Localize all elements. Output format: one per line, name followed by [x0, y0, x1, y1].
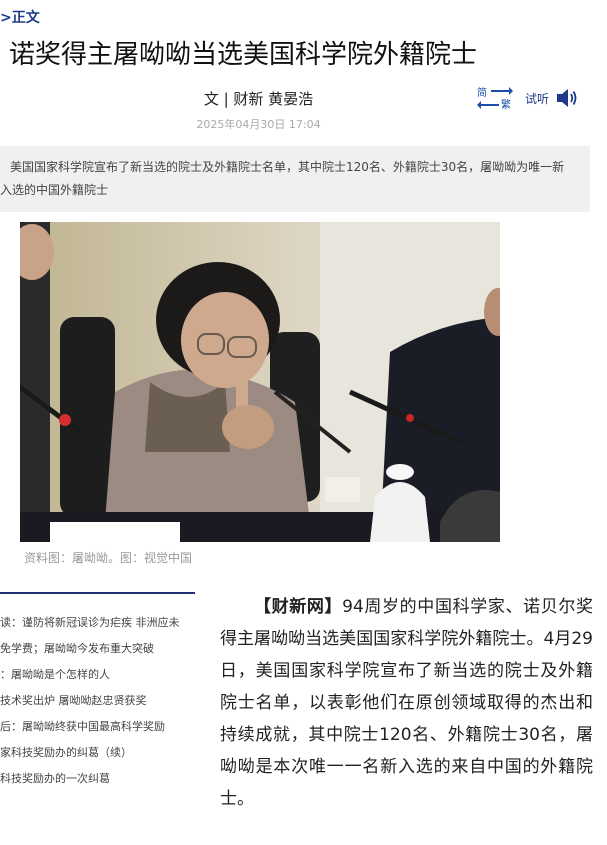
traditional-label: 繁 [501, 100, 511, 111]
breadcrumb-separator: > [0, 10, 12, 26]
article-body: 【财新网】94周岁的中国科学家、诺贝尔奖得主屠呦呦当选美国国家科学院外籍院士。4… [220, 591, 593, 815]
related-news-item[interactable]: 后：屠呦呦终获中国最高科学奖励 [0, 714, 195, 740]
related-news-list: 读：谨防将新冠误诊为疟疾 非洲应未 免学费；屠呦呦今发布重大突破 ：屠呦呦是个怎… [0, 592, 195, 792]
listen-button[interactable]: 试听 [525, 90, 549, 107]
article-photo [20, 222, 500, 542]
article-summary: 美国国家科学院宣布了新当选的院士及外籍院士名单，其中院士120名、外籍院士30名… [0, 146, 590, 212]
simplified-label: 简 [477, 88, 487, 99]
breadcrumb: >正文 [0, 7, 40, 27]
article-date: 2025年04月30日 17:04 [196, 118, 321, 131]
related-news-item[interactable]: ：屠呦呦是个怎样的人 [0, 662, 195, 688]
related-news-item[interactable]: 科技奖励办的一次纠葛 [0, 766, 195, 792]
related-news-item[interactable]: 技术奖出炉 屠呦呦赵忠贤获奖 [0, 688, 195, 714]
article-byline: 文 | 财新 黄晏浩 [203, 90, 314, 108]
image-caption: 资料图：屠呦呦。图：视觉中国 [24, 551, 193, 565]
related-news-item[interactable]: 免学费；屠呦呦今发布重大突破 [0, 636, 195, 662]
related-news-item[interactable]: 家科技奖励办的纠葛（续） [0, 740, 195, 766]
article-title: 诺奖得主屠呦呦当选美国科学院外籍院士 [9, 40, 478, 70]
article-body-text: 94周岁的中国科学家、诺贝尔奖得主屠呦呦当选美国国家科学院外籍院士。4月29日，… [220, 597, 593, 809]
source-tag: 【财新网】 [254, 597, 343, 617]
simplified-traditional-toggle[interactable]: 简 繁 [475, 84, 515, 112]
speaker-icon[interactable] [555, 87, 579, 109]
related-news-item[interactable]: 读：谨防将新冠误诊为疟疾 非洲应未 [0, 610, 195, 636]
breadcrumb-current[interactable]: 正文 [12, 10, 40, 26]
article-tools: 简 繁 试听 [475, 84, 579, 112]
